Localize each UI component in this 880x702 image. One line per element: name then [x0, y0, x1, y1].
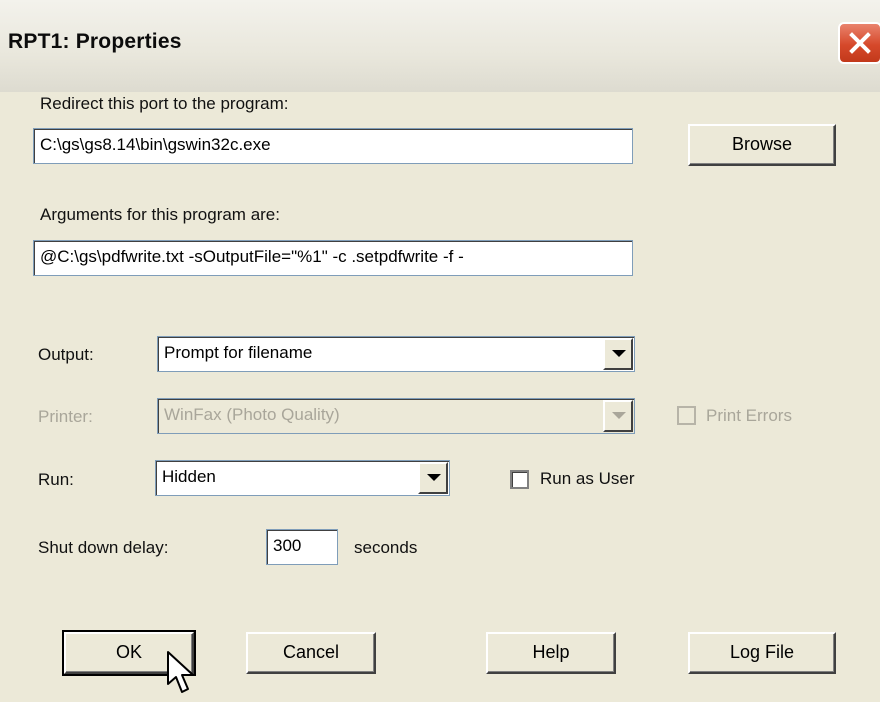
output-dropdown[interactable]: Prompt for filename: [157, 336, 635, 372]
run-selected-value: Hidden: [162, 467, 216, 486]
run-dropdown[interactable]: Hidden: [155, 460, 450, 496]
print-errors-label: Print Errors: [706, 406, 792, 425]
printer-dropdown[interactable]: WinFax (Photo Quality): [157, 398, 635, 434]
chevron-down-icon: [427, 474, 441, 481]
close-button[interactable]: [838, 22, 880, 64]
program-path-field[interactable]: C:\gs\gs8.14\bin\gswin32c.exe: [33, 128, 633, 164]
arguments-label: Arguments for this program are:: [40, 205, 280, 224]
print-errors-checkbox[interactable]: [677, 406, 696, 425]
window-title: RPT1: Properties: [8, 30, 182, 53]
run-as-user-checkbox[interactable]: [510, 470, 529, 489]
log-file-button[interactable]: Log File: [688, 632, 836, 674]
chevron-down-icon: [612, 412, 626, 419]
title-bar[interactable]: RPT1: Properties: [0, 0, 880, 92]
run-dropdown-button[interactable]: [418, 462, 448, 494]
shutdown-delay-unit: seconds: [354, 538, 418, 557]
redirect-label: Redirect this port to the program:: [40, 94, 289, 113]
shutdown-delay-field[interactable]: 300: [266, 529, 338, 565]
run-as-user-label: Run as User: [540, 469, 635, 488]
printer-dropdown-button[interactable]: [603, 400, 633, 432]
output-selected-value: Prompt for filename: [164, 343, 313, 362]
help-button[interactable]: Help: [486, 632, 616, 674]
printer-selected-value: WinFax (Photo Quality): [164, 405, 340, 424]
properties-dialog: RPT1: Properties Redirect this port to t…: [0, 0, 880, 702]
chevron-down-icon: [612, 350, 626, 357]
cancel-button[interactable]: Cancel: [246, 632, 376, 674]
close-icon: [849, 32, 871, 54]
shutdown-delay-label: Shut down delay:: [38, 538, 169, 557]
output-label: Output:: [38, 345, 94, 364]
browse-button[interactable]: Browse: [688, 124, 836, 166]
output-dropdown-button[interactable]: [603, 338, 633, 370]
run-label: Run:: [38, 470, 74, 489]
mouse-pointer-icon: [167, 651, 194, 693]
printer-label: Printer:: [38, 407, 93, 426]
arguments-field[interactable]: @C:\gs\pdfwrite.txt -sOutputFile="%1" -c…: [33, 240, 633, 276]
